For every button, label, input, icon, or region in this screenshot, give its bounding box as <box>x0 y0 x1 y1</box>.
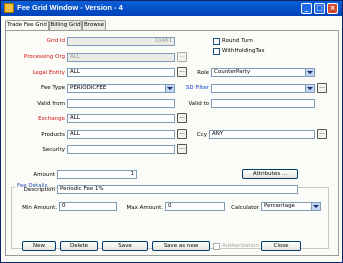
ccy-field[interactable]: ANY <box>209 130 315 139</box>
calculator-dropdown-icon[interactable] <box>311 203 320 210</box>
sd-filter-select[interactable] <box>211 84 315 93</box>
exchange-browse-button[interactable]: ... <box>177 113 187 123</box>
window-title: Fee Grid Window - Version - 4 <box>17 3 123 12</box>
security-browse-button[interactable]: ... <box>177 144 187 154</box>
role-label: Role <box>197 70 209 76</box>
valid-from-field[interactable] <box>67 99 175 108</box>
authorization-label: Authorization <box>222 243 259 249</box>
valid-to-field[interactable] <box>211 99 315 108</box>
fee-type-select[interactable]: PERIODICFEE <box>67 84 175 93</box>
calculator-label: Calculator <box>231 205 259 211</box>
max-amount-field[interactable]: 0 <box>165 202 225 211</box>
amount-field[interactable]: 1 <box>57 170 137 179</box>
products-browse-button[interactable]: ... <box>177 129 187 139</box>
calculator-value: Percentage <box>264 203 295 209</box>
save-as-new-button[interactable]: Save as new <box>152 241 210 251</box>
fee-grid-window: Fee Grid Window - Version - 4 _ □ × Trad… <box>0 0 343 263</box>
min-amount-field[interactable]: 0 <box>59 202 117 211</box>
products-label: Products <box>41 132 65 138</box>
round-turn-label: Round Turn <box>222 38 253 44</box>
ccy-label: Ccy <box>196 132 207 138</box>
exchange-field[interactable]: ALL <box>67 114 175 123</box>
fee-type-value: PERIODICFEE <box>70 85 107 91</box>
processing-org-browse-button: ... <box>177 52 187 62</box>
grid-id-field: 10461 <box>67 37 175 46</box>
tab-billing-grid[interactable]: Billing Grid <box>49 20 82 30</box>
grid-id-label: Grid Id <box>46 38 65 44</box>
role-select[interactable]: CounterParty <box>211 68 315 77</box>
sd-filter-label[interactable]: SD Filter <box>181 85 209 91</box>
app-icon <box>4 3 14 13</box>
fee-type-label: Fee Type <box>40 85 65 91</box>
processing-org-label: Processing Org <box>23 54 65 60</box>
sd-filter-dropdown-icon[interactable] <box>305 85 314 92</box>
minimize-icon[interactable]: _ <box>301 3 312 14</box>
legal-entity-label: Legal Entity <box>32 70 65 76</box>
withholding-tax-label: WithHoldingTax <box>222 48 265 54</box>
role-dropdown-icon[interactable] <box>305 69 314 76</box>
calculator-select[interactable]: Percentage <box>261 202 321 211</box>
min-amount-label: Min Amount. <box>22 205 57 211</box>
authorization-checkbox <box>213 243 220 250</box>
description-field[interactable]: Periodic Fee 1% <box>57 185 298 194</box>
round-turn-checkbox[interactable] <box>213 38 220 45</box>
products-field[interactable]: ALL <box>67 130 175 139</box>
tab-browse[interactable]: Browse <box>82 20 106 30</box>
fee-type-dropdown-icon[interactable] <box>165 85 174 92</box>
sd-filter-browse-button[interactable]: ... <box>317 83 327 93</box>
valid-to-label: Valid to <box>188 101 209 107</box>
maximize-icon[interactable]: □ <box>314 3 325 14</box>
valid-from-label: Valid from <box>37 101 65 107</box>
legal-entity-browse-button[interactable]: ... <box>177 67 187 77</box>
delete-button[interactable]: Delete <box>60 241 98 251</box>
ccy-browse-button[interactable]: ... <box>317 129 327 139</box>
security-field[interactable] <box>67 145 175 154</box>
new-button[interactable]: New <box>22 241 56 251</box>
amount-label: Amount <box>33 172 55 178</box>
fee-details-group <box>11 187 329 249</box>
close-button[interactable]: Close <box>261 241 301 251</box>
role-value: CounterParty <box>214 69 251 75</box>
description-label: Description <box>23 187 55 193</box>
withholding-tax-checkbox[interactable] <box>213 48 220 55</box>
title-bar[interactable]: Fee Grid Window - Version - 4 _ □ × <box>1 1 342 16</box>
attributes-button[interactable]: Attributes ... <box>242 169 298 179</box>
exchange-label: Exchange <box>38 116 65 122</box>
processing-org-field: ALL <box>67 53 175 62</box>
save-button[interactable]: Save <box>102 241 148 251</box>
max-amount-label: Max Amount. <box>126 205 163 211</box>
close-icon[interactable]: × <box>327 3 338 14</box>
security-label: Security <box>42 147 65 153</box>
legal-entity-field[interactable]: ALL <box>67 68 175 77</box>
